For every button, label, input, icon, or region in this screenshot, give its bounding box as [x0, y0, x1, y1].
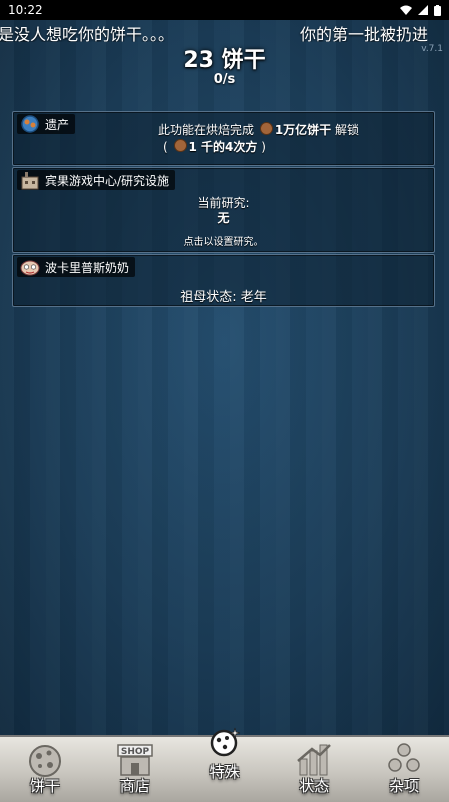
nav-cookie-label: 饼干	[29, 777, 60, 795]
legacy-unlock-amount: 1万亿饼干	[274, 123, 332, 137]
cookies-per-second: 0/s	[213, 72, 236, 87]
cookie-count: 23 饼干	[183, 48, 266, 73]
legacy-unlock-amount-alt: 1 千的4次方	[188, 140, 258, 154]
nav-stats[interactable]: 状态	[269, 737, 359, 802]
cookie-counter: 23 饼干 0/s	[0, 42, 449, 87]
misc-icon	[388, 743, 420, 772]
bottom-nav: 饼干 SHOP 商店 特殊 状态 杂项	[0, 727, 449, 802]
battery-icon	[434, 4, 441, 16]
nav-shop-label: 商店	[119, 777, 150, 795]
ticker-text-right: 你的第一批被扔进	[300, 25, 429, 42]
grandma-tag: 波卡里普斯奶奶	[17, 257, 136, 277]
cookie-icon	[173, 139, 187, 152]
nav-special-label: 特殊	[209, 763, 240, 781]
status-icons	[400, 4, 441, 16]
legacy-panel[interactable]: 遗产 此功能在烘焙完成 1万亿饼干 解锁 ( 1 千的4次方 )	[12, 111, 435, 166]
research-title: 宾果游戏中心/研究设施	[45, 173, 170, 188]
signal-icon	[418, 5, 428, 15]
legacy-unlock-suffix: 解锁	[335, 123, 360, 137]
ticker-text-left: 是没人想吃你的饼干。。。	[0, 25, 175, 42]
nav-stats-label: 状态	[299, 777, 330, 795]
nav-special[interactable]: 特殊	[180, 727, 270, 802]
game-area: 是没人想吃你的饼干。。。 你的第一批被扔进 v.7.1 23 饼干 0/s 遗产…	[0, 20, 449, 735]
wifi-icon	[400, 5, 412, 15]
grandmapocalypse-panel[interactable]: 波卡里普斯奶奶 祖母状态: 老年	[12, 254, 435, 307]
status-bar: 10:22	[0, 0, 449, 20]
special-icon	[211, 727, 241, 757]
nav-cookie[interactable]: 饼干	[0, 737, 90, 802]
cookie-icon	[259, 122, 273, 135]
cookie-icon	[28, 745, 61, 777]
legacy-unlock-text: 此功能在烘焙完成	[157, 123, 254, 137]
paren-close: )	[261, 140, 266, 154]
status-time: 10:22	[8, 3, 43, 17]
nav-misc-label: 杂项	[389, 777, 420, 795]
grandma-icon	[20, 260, 40, 276]
stats-icon	[297, 744, 332, 776]
research-tag: 宾果游戏中心/研究设施	[17, 170, 176, 190]
paren-open: (	[163, 140, 168, 154]
research-facility-icon	[21, 172, 39, 190]
legacy-unlock-line: 此功能在烘焙完成 1万亿饼干 解锁	[13, 121, 434, 138]
grandma-status: 祖母状态: 老年	[180, 290, 267, 305]
shop-icon: SHOP	[116, 744, 153, 776]
news-ticker[interactable]: 是没人想吃你的饼干。。。 你的第一批被扔进	[0, 20, 449, 42]
current-research-value: 无	[217, 211, 230, 225]
grandma-title: 波卡里普斯奶奶	[45, 260, 130, 275]
nav-misc[interactable]: 杂项	[359, 737, 449, 802]
legacy-unlock-line2: ( 1 千的4次方 )	[163, 138, 266, 155]
shop-sign-text: SHOP	[121, 747, 150, 757]
nav-shop[interactable]: SHOP 商店	[90, 737, 180, 802]
research-panel[interactable]: 宾果游戏中心/研究设施 当前研究: 无 点击以设置研究。	[12, 167, 435, 253]
research-hint[interactable]: 点击以设置研究。	[13, 233, 434, 248]
